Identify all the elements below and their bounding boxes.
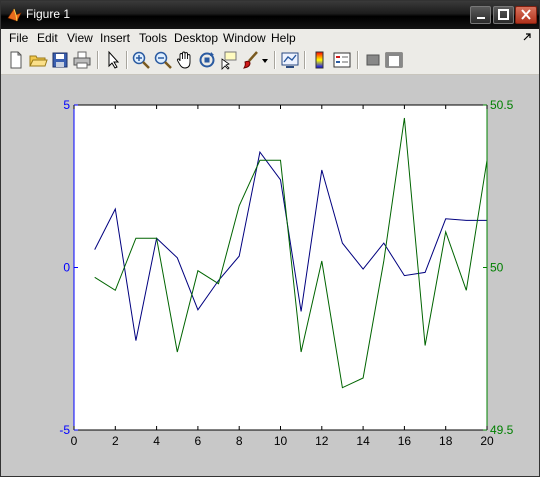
menu-edit[interactable]: Edit bbox=[37, 31, 58, 45]
plot-canvas[interactable]: 0 2 4 6 8 10 12 14 16 18 20-50549.55050.5 bbox=[1, 75, 539, 476]
data-cursor-icon[interactable] bbox=[219, 50, 239, 70]
close-icon bbox=[521, 9, 531, 20]
x-tick-label: 18 bbox=[439, 434, 453, 448]
show-plot-tools-icon[interactable] bbox=[384, 50, 404, 70]
save-icon[interactable] bbox=[50, 50, 70, 70]
toolbar-separator bbox=[126, 51, 128, 69]
x-tick-label: 10 bbox=[274, 434, 288, 448]
minimize-button[interactable] bbox=[470, 6, 491, 24]
close-button[interactable] bbox=[515, 6, 537, 24]
toolbar-separator bbox=[274, 51, 276, 69]
menu-bar: File Edit View Insert Tools Desktop Wind… bbox=[1, 29, 539, 47]
window-title: Figure 1 bbox=[26, 7, 71, 21]
menu-view[interactable]: View bbox=[67, 31, 93, 45]
x-tick-label: 6 bbox=[195, 434, 202, 448]
figure-window: Figure 1 File Edit View Insert Tools Des… bbox=[0, 0, 540, 477]
x-tick-label: 8 bbox=[236, 434, 243, 448]
menu-window[interactable]: Window bbox=[223, 31, 266, 45]
axes-background bbox=[74, 105, 487, 430]
hide-plot-tools-icon[interactable] bbox=[363, 50, 383, 70]
figure-client-area: 0 2 4 6 8 10 12 14 16 18 20 -5 0 5 49.5 50 50.5 bbox=[1, 75, 539, 476]
x-tick-label: 0 bbox=[71, 434, 78, 448]
link-plot-icon[interactable] bbox=[280, 50, 300, 70]
menu-file[interactable]: File bbox=[9, 31, 28, 45]
open-file-icon[interactable] bbox=[28, 50, 48, 70]
brush-icon[interactable] bbox=[241, 50, 261, 70]
right-y-tick-label: 49.5 bbox=[490, 423, 514, 437]
edit-plot-arrow-icon[interactable] bbox=[103, 50, 123, 70]
matlab-logo-icon bbox=[7, 8, 22, 22]
x-tick-label: 14 bbox=[356, 434, 370, 448]
left-y-tick-label: 5 bbox=[63, 98, 70, 112]
x-tick-label: 12 bbox=[315, 434, 329, 448]
title-bar[interactable]: Figure 1 bbox=[1, 1, 539, 29]
arrow-icon[interactable] bbox=[523, 31, 531, 41]
menu-help[interactable]: Help bbox=[271, 31, 296, 45]
zoom-out-icon[interactable] bbox=[153, 50, 173, 70]
right-y-tick-label: 50 bbox=[490, 261, 504, 275]
maximize-button[interactable] bbox=[493, 6, 514, 24]
menu-insert[interactable]: Insert bbox=[100, 31, 130, 45]
legend-icon[interactable] bbox=[332, 50, 352, 70]
rotate-3d-icon[interactable] bbox=[197, 50, 217, 70]
zoom-in-icon[interactable] bbox=[131, 50, 151, 70]
left-y-tick-label: -5 bbox=[59, 423, 70, 437]
x-tick-label: 4 bbox=[153, 434, 160, 448]
colorbar-icon[interactable] bbox=[310, 50, 330, 70]
x-tick-label: 2 bbox=[112, 434, 119, 448]
menu-tools[interactable]: Tools bbox=[139, 31, 167, 45]
minimize-icon bbox=[477, 17, 485, 19]
pan-hand-icon[interactable] bbox=[175, 50, 195, 70]
brush-dropdown-icon[interactable] bbox=[260, 50, 270, 70]
print-icon[interactable] bbox=[72, 50, 92, 70]
new-figure-icon[interactable] bbox=[6, 50, 26, 70]
figure-toolbar bbox=[1, 47, 539, 75]
right-y-tick-label: 50.5 bbox=[490, 98, 514, 112]
maximize-icon bbox=[498, 9, 509, 20]
toolbar-separator bbox=[97, 51, 99, 69]
toolbar-separator bbox=[357, 51, 359, 69]
toolbar-separator bbox=[304, 51, 306, 69]
left-y-tick-label: 0 bbox=[63, 261, 70, 275]
menu-desktop[interactable]: Desktop bbox=[174, 31, 218, 45]
x-tick-label: 16 bbox=[398, 434, 412, 448]
